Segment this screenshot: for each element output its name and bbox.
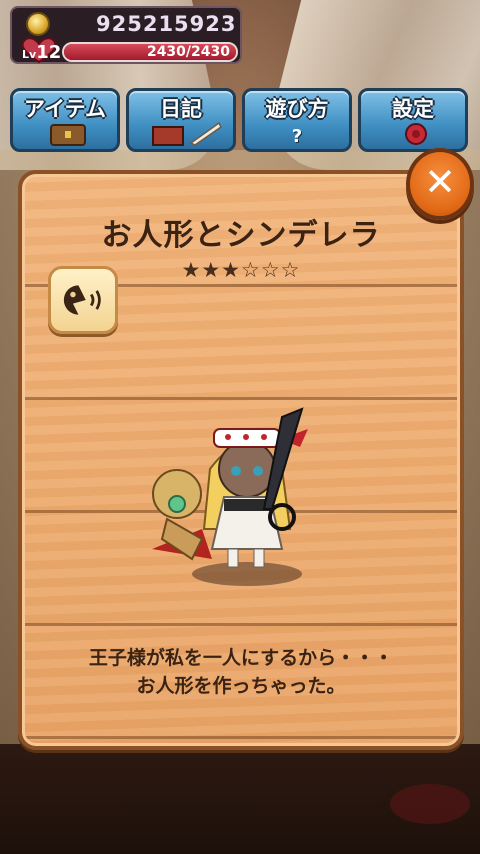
speaker-voice-icon [63,285,101,315]
rose-icon [405,123,427,145]
question-mark-icon: ? [291,126,303,147]
star-filled-icon: ★ [221,258,241,282]
coin-icon [26,12,50,36]
coin-count: 925215923 [96,12,237,36]
close-icon: ✕ [424,160,456,204]
menu-howto-label: 遊び方 [265,97,329,121]
menu-settings-button[interactable]: 設定 [358,88,468,152]
character-name-title: お人形とシンデレラ [101,218,381,253]
hp-bar: 2430/2430 [62,42,238,62]
player-status-panel: 925215923 Lv12 2430/2430 [10,6,242,64]
star-empty-icon: ☆ [241,258,261,282]
close-dialog-button[interactable]: ✕ [406,148,474,220]
menu-howto-button[interactable]: 遊び方 ? [242,88,352,152]
level-number: 12 [36,42,62,63]
menu-item-button[interactable]: アイテム [10,88,120,152]
star-empty-icon: ☆ [280,258,301,282]
menu-diary-button[interactable]: 日記 [126,88,236,152]
top-menu: アイテム 日記 遊び方 ? 設定 [10,88,470,152]
floor-stain [390,784,470,824]
star-filled-icon: ★ [201,258,222,282]
treasure-chest-icon [50,124,86,146]
level-prefix: Lv [22,48,37,61]
voice-play-button[interactable] [48,266,118,334]
character-illustration [152,407,308,586]
character-detail-dialog: お人形とシンデレラ ★★★☆☆☆ 王子様が私を一人にするから・・・ お人形を作っ [18,170,464,750]
star-empty-icon: ☆ [260,258,281,282]
menu-item-label: アイテム [24,97,106,121]
star-filled-icon: ★ [181,258,202,282]
menu-diary-label: 日記 [160,97,202,121]
quote-line-2: お人形を作っちゃった。 [136,675,346,697]
menu-settings-label: 設定 [392,97,434,121]
hp-text: 2430/2430 [146,44,230,60]
level-badge: Lv12 [22,42,61,63]
character-quote: 王子様が私を一人にするから・・・ お人形を作っちゃった。 [22,644,460,700]
quote-line-1: 王子様が私を一人にするから・・・ [88,647,394,669]
diary-book-icon [152,121,222,146]
